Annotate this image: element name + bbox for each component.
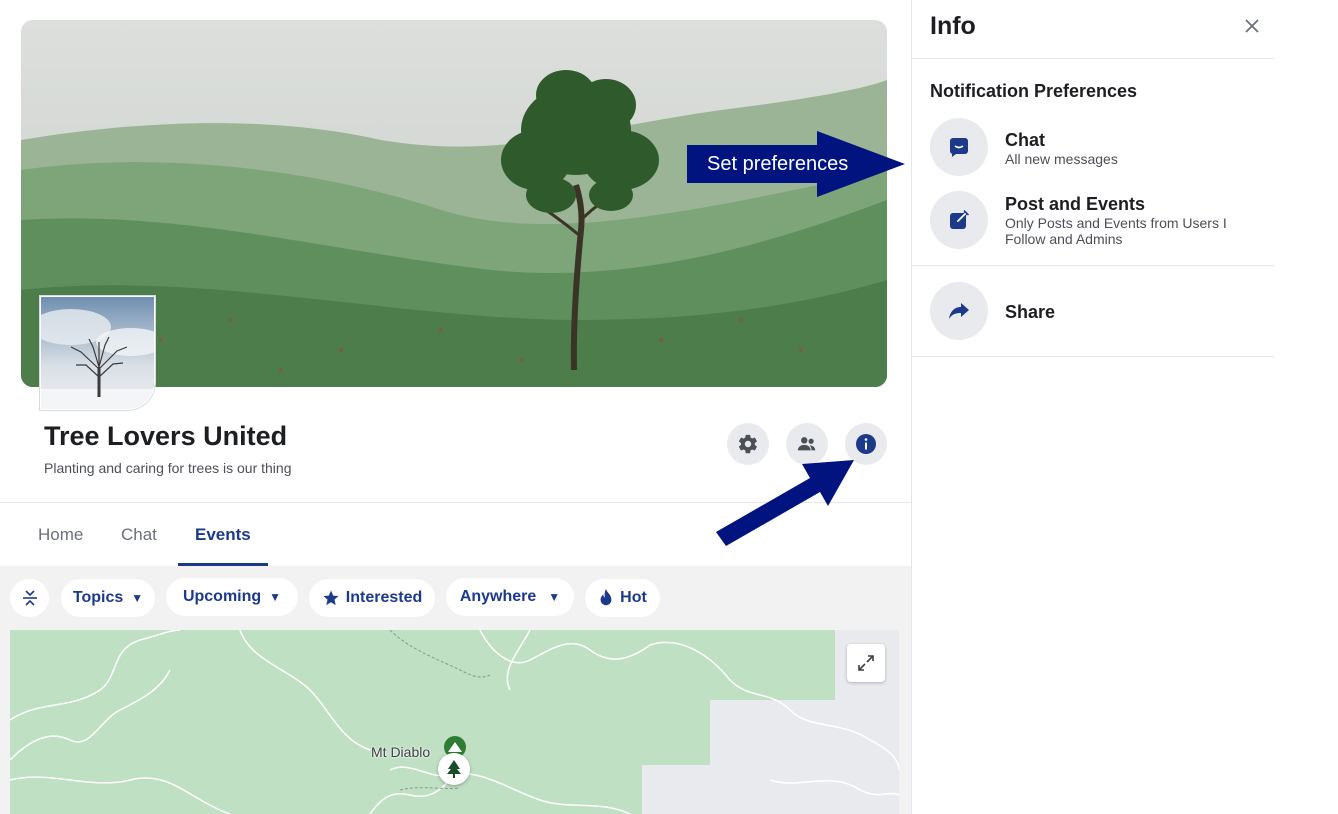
info-panel: Info Notification Preferences Chat All n… <box>911 0 1274 814</box>
group-subtitle: Planting and caring for trees is our thi… <box>44 460 292 476</box>
upcoming-filter[interactable]: Upcoming ▼ <box>166 578 298 616</box>
hot-filter[interactable]: Hot <box>585 579 660 617</box>
flame-icon <box>598 589 614 607</box>
tab-chat[interactable]: Chat <box>121 525 157 545</box>
caret-down-icon: ▼ <box>548 590 561 604</box>
post-events-preference-description: Only Posts and Events from Users I Follo… <box>1005 215 1227 247</box>
collapse-icon <box>22 590 37 606</box>
share-icon <box>930 282 988 340</box>
events-map[interactable] <box>10 630 899 814</box>
map-expand-button[interactable] <box>847 644 885 682</box>
anywhere-filter[interactable]: Anywhere ▼ <box>446 578 574 616</box>
map-event-pin[interactable] <box>438 753 470 785</box>
tab-home[interactable]: Home <box>38 525 83 545</box>
share-action[interactable]: Share <box>912 282 1274 342</box>
map-place-label: Mt Diablo <box>371 744 431 760</box>
caret-down-icon: ▼ <box>131 591 144 605</box>
topics-label: Topics <box>72 589 124 606</box>
post-events-preference[interactable]: Post and Events Only Posts and Events fr… <box>912 190 1274 260</box>
post-events-preference-title: Post and Events <box>1005 194 1146 214</box>
chat-preference[interactable]: Chat All new messages <box>912 118 1274 178</box>
anywhere-label: Anywhere <box>459 588 537 605</box>
notification-preferences-heading: Notification Preferences <box>930 81 1138 101</box>
group-title: Tree Lovers United <box>44 421 288 451</box>
info-annotation-arrow <box>716 460 854 546</box>
edit-icon <box>930 191 988 249</box>
upcoming-label: Upcoming <box>182 588 262 605</box>
expand-icon <box>858 655 874 671</box>
close-icon[interactable] <box>1242 16 1262 36</box>
chat-icon <box>930 118 988 176</box>
set-preferences-annotation-label: Set preferences <box>707 153 849 175</box>
chat-preference-title: Chat <box>1005 130 1045 150</box>
interested-label: Interested <box>345 589 423 606</box>
collapse-filters-button[interactable] <box>10 579 49 617</box>
star-icon <box>322 589 340 607</box>
interested-filter[interactable]: Interested <box>309 579 435 617</box>
caret-down-icon: ▼ <box>269 590 282 604</box>
divider <box>912 265 1274 266</box>
topics-filter[interactable]: Topics ▼ <box>61 579 155 617</box>
tree-icon <box>447 760 461 778</box>
divider <box>912 356 1274 357</box>
chat-preference-description: All new messages <box>1005 151 1118 167</box>
hot-label: Hot <box>620 589 647 606</box>
share-title: Share <box>1005 302 1056 322</box>
group-avatar[interactable] <box>40 296 155 410</box>
divider <box>912 58 1274 59</box>
panel-title: Info <box>930 12 976 40</box>
tab-events[interactable]: Events <box>195 525 251 545</box>
group-main: Tree Lovers United Planting and caring f… <box>0 0 911 814</box>
